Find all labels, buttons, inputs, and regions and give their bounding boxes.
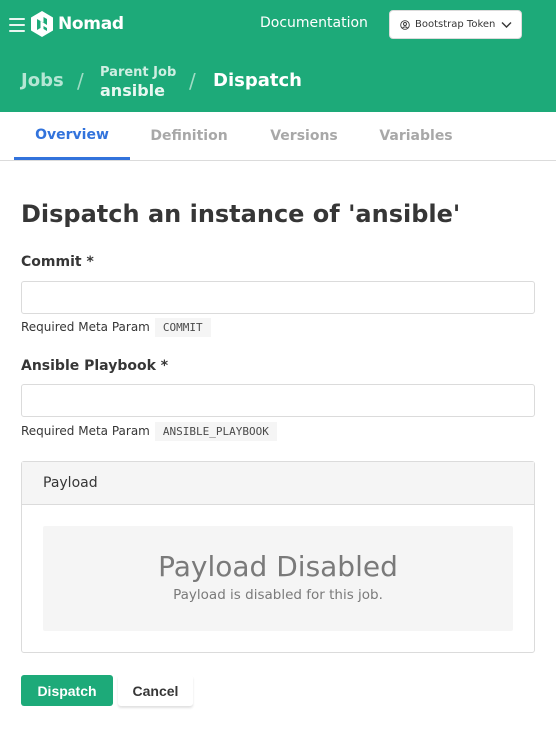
- breadcrumb-jobs[interactable]: Jobs: [21, 70, 64, 91]
- commit-input[interactable]: [21, 281, 535, 314]
- ansible-playbook-label: Ansible Playbook *: [21, 358, 168, 374]
- commit-param-name: COMMIT: [154, 317, 211, 337]
- breadcrumb-current: Dispatch: [213, 70, 302, 91]
- top-nav: Nomad Documentation Bootstrap Token: [0, 0, 556, 49]
- breadcrumb-parent-job[interactable]: ansible: [100, 81, 165, 100]
- ansible-playbook-param-name: ANSIBLE_PLAYBOOK: [154, 421, 277, 441]
- brand-name: Nomad: [58, 14, 124, 34]
- dispatch-button[interactable]: Dispatch: [21, 675, 113, 706]
- tab-overview[interactable]: Overview: [14, 112, 130, 160]
- tab-bar: Overview Definition Versions Variables: [0, 112, 556, 161]
- cancel-button[interactable]: Cancel: [118, 675, 193, 706]
- payload-empty-state: Payload Disabled Payload is disabled for…: [43, 526, 513, 631]
- documentation-link[interactable]: Documentation: [260, 15, 368, 31]
- nomad-logo[interactable]: Nomad: [31, 11, 124, 37]
- ansible-playbook-help: Required Meta Param ANSIBLE_PLAYBOOK: [21, 421, 277, 441]
- hamburger-menu-icon[interactable]: [9, 18, 25, 32]
- user-icon: [400, 19, 410, 30]
- ansible-playbook-help-text: Required Meta Param: [21, 424, 150, 438]
- token-label: Bootstrap Token: [415, 19, 496, 30]
- payload-header: Payload: [22, 462, 534, 505]
- payload-empty-title: Payload Disabled: [158, 550, 398, 583]
- breadcrumb-separator: /: [189, 69, 196, 93]
- commit-label: Commit *: [21, 254, 94, 270]
- tab-versions[interactable]: Versions: [260, 112, 348, 160]
- bootstrap-token-dropdown[interactable]: Bootstrap Token: [389, 10, 522, 39]
- required-marker: *: [86, 254, 94, 270]
- breadcrumb-separator: /: [77, 69, 84, 93]
- breadcrumb: Jobs / Parent Job ansible / Dispatch: [0, 49, 556, 112]
- payload-empty-message: Payload is disabled for this job.: [173, 587, 383, 603]
- page-title: Dispatch an instance of 'ansible': [21, 200, 461, 228]
- ansible-playbook-label-text: Ansible Playbook: [21, 358, 156, 374]
- commit-help-text: Required Meta Param: [21, 320, 150, 334]
- breadcrumb-parent-label: Parent Job: [100, 65, 177, 80]
- nomad-logo-icon: [31, 11, 53, 37]
- commit-label-text: Commit: [21, 254, 82, 270]
- ansible-playbook-input[interactable]: [21, 384, 535, 417]
- payload-panel: Payload Payload Disabled Payload is disa…: [21, 461, 535, 653]
- tab-definition[interactable]: Definition: [139, 112, 239, 160]
- tab-variables[interactable]: Variables: [370, 112, 462, 160]
- required-marker: *: [160, 358, 169, 374]
- commit-help: Required Meta Param COMMIT: [21, 317, 211, 337]
- chevron-down-icon: [501, 22, 512, 28]
